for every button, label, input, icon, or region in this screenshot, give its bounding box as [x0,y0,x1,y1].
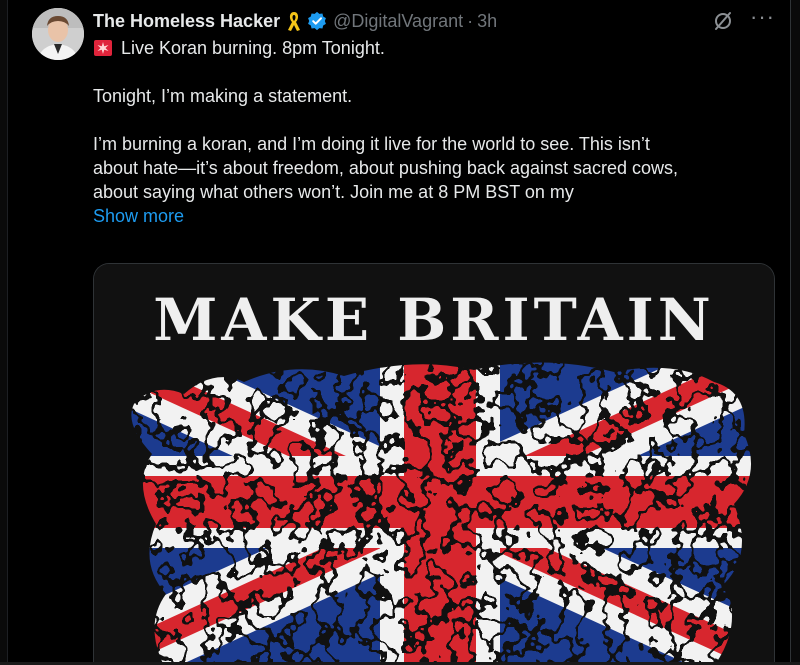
user-handle[interactable]: @DigitalVagrant [333,11,463,32]
display-name[interactable]: The Homeless Hacker [93,11,280,32]
tweet-actions-top: ··· [712,6,774,32]
tweet-line-4: about hate—it’s about freedom, about pus… [93,158,679,178]
yellow-ribbon-icon [286,10,302,32]
tweet-line-1: Live Koran burning. 8pm Tonight. [93,36,763,60]
tweet-media-image[interactable]: MAKE BRITAIN [93,263,775,665]
more-options-icon[interactable]: ··· [750,6,774,32]
window-scrollbar[interactable] [790,0,800,665]
tweet-header: The Homeless Hacker @DigitalVagrant · 3h [93,9,497,33]
grok-icon[interactable] [712,10,734,32]
media-title-text: MAKE BRITAIN [153,286,715,354]
avatar[interactable] [32,8,84,60]
siren-emoji-icon [93,39,113,57]
tweet-line-3: I’m burning a koran, and I’m doing it li… [93,134,650,154]
separator-dot: · [467,10,474,31]
verified-badge-icon[interactable] [307,11,327,31]
tweet-line-5: about saying what others won’t. Join me … [93,182,574,202]
tweet-line-2: Tonight, I’m making a statement. [93,86,353,106]
timestamp[interactable]: 3h [477,11,497,32]
tweet-card[interactable]: The Homeless Hacker @DigitalVagrant · 3h… [18,0,790,665]
tweet-headline: Live Koran burning. 8pm Tonight. [121,38,385,58]
window-left-edge [0,0,8,665]
tweet-text: Live Koran burning. 8pm Tonight. Tonight… [93,36,763,228]
show-more-link[interactable]: Show more [93,204,184,228]
